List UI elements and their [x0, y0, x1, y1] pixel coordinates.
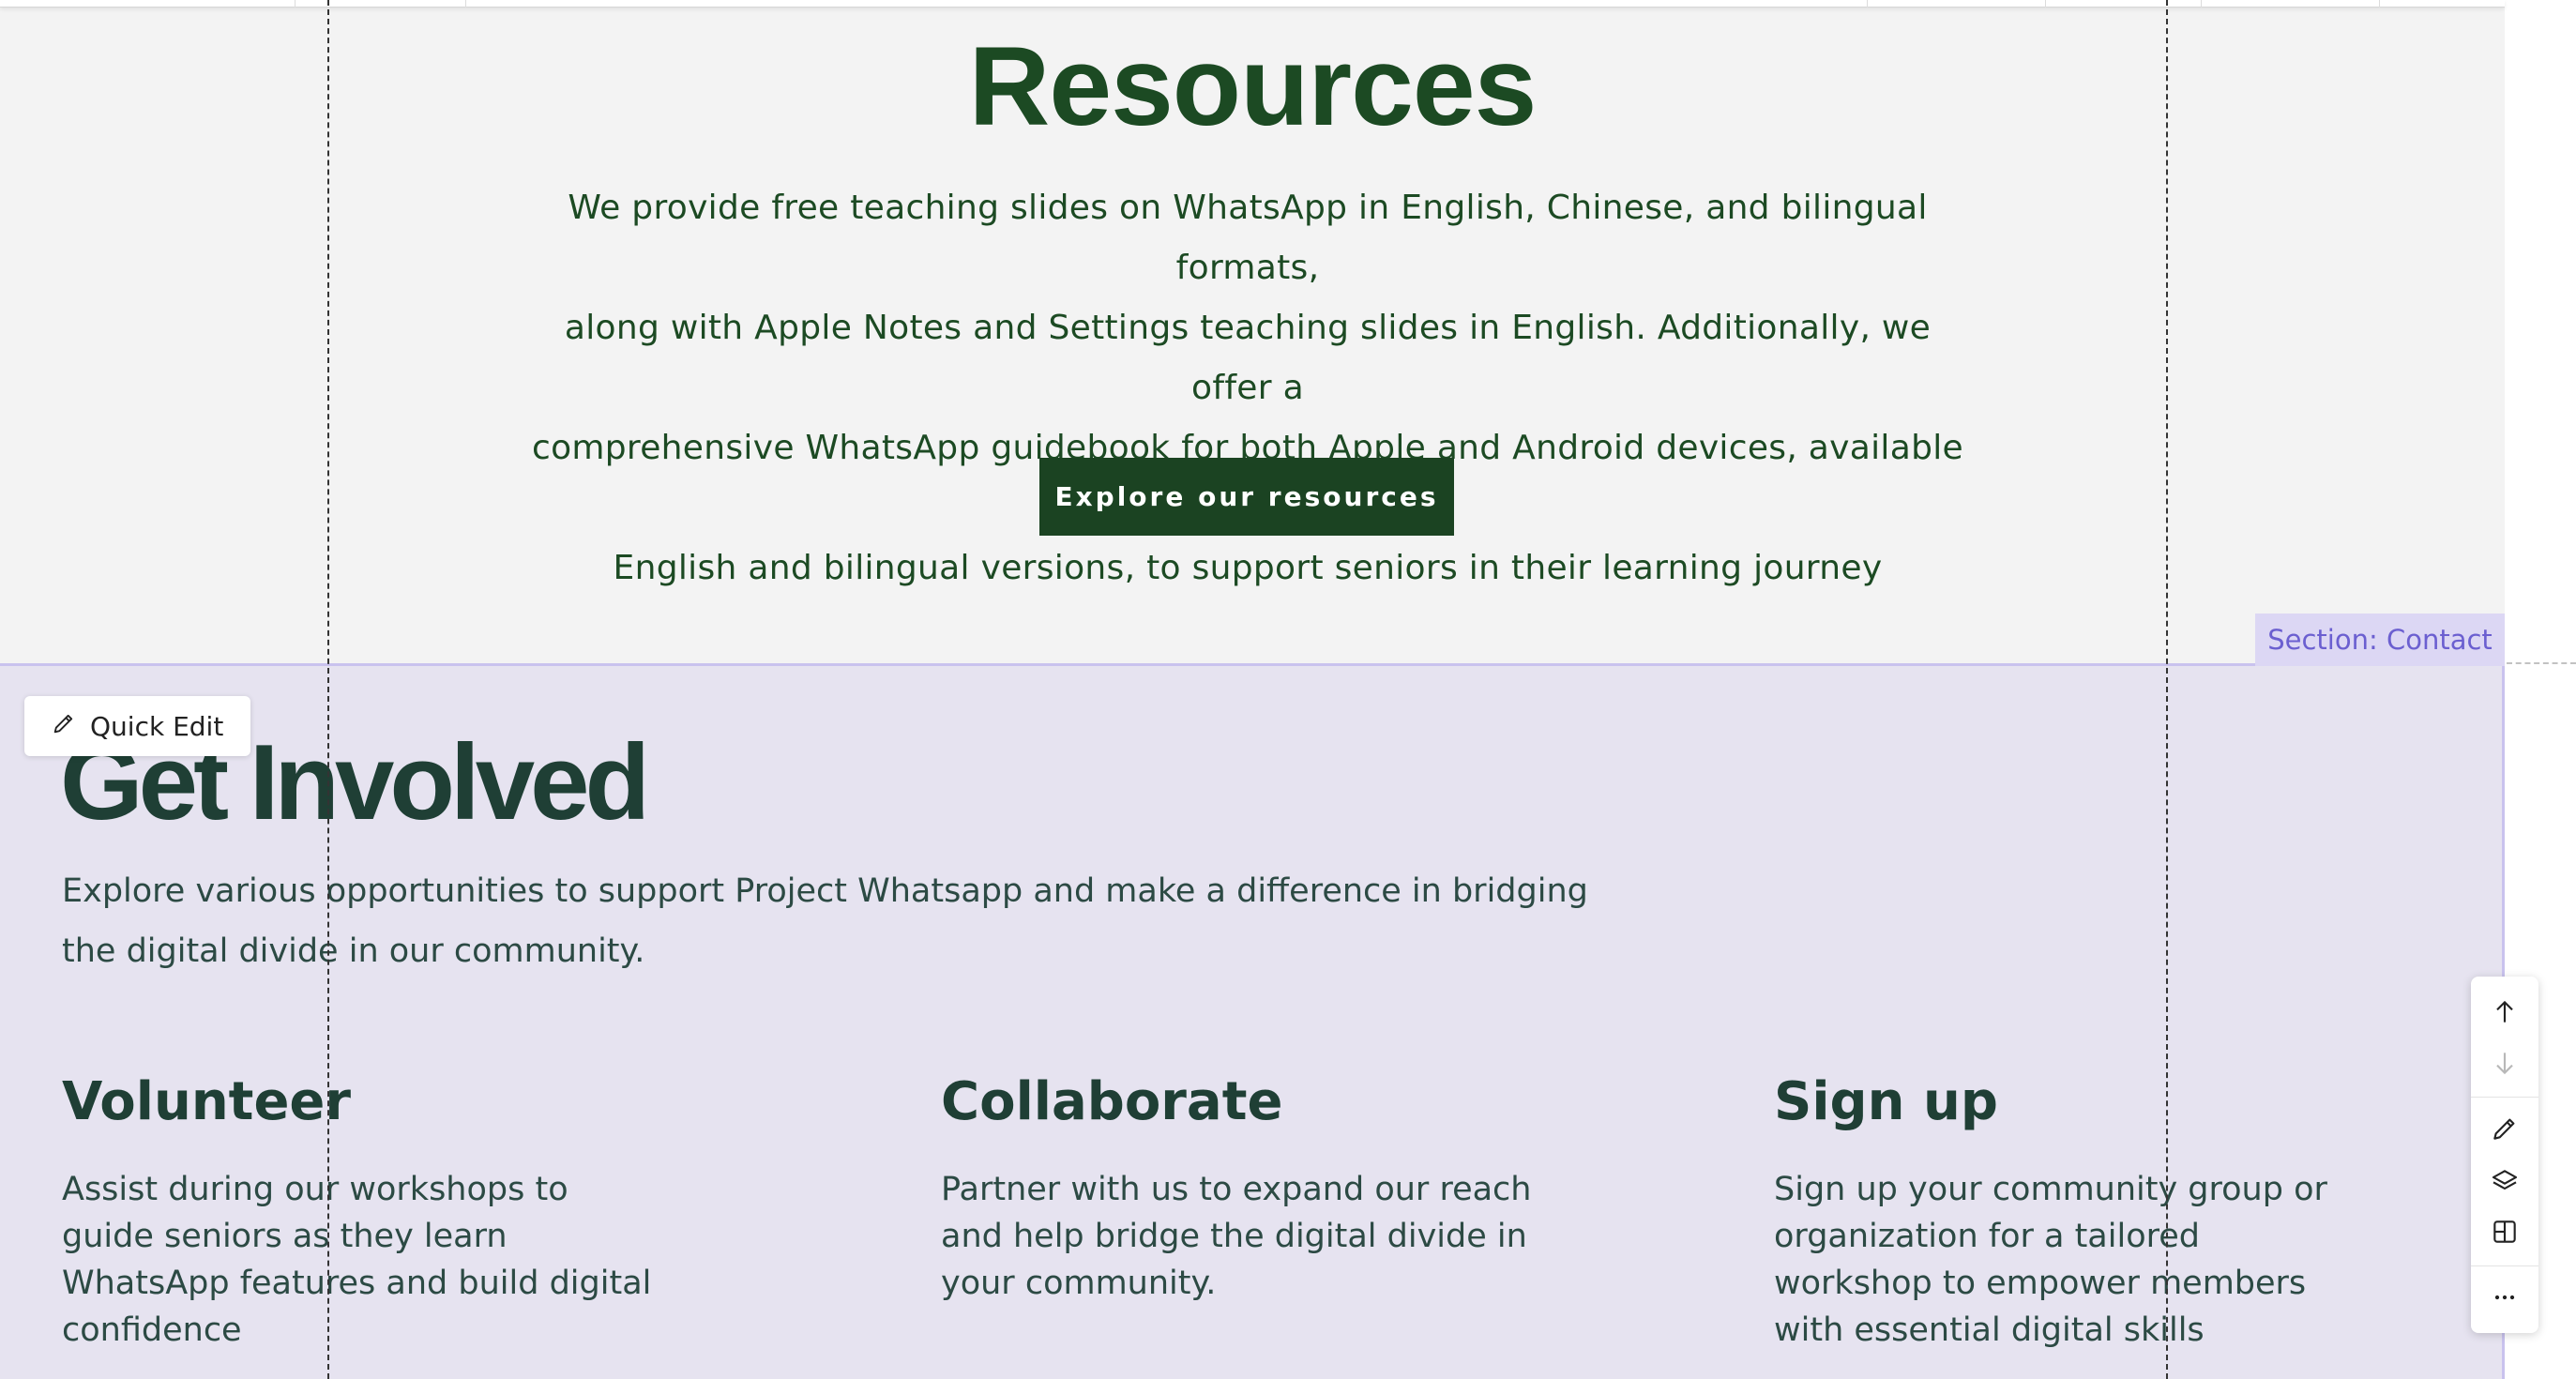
sign-up-line: with essential digital skills — [1774, 1311, 2205, 1349]
section-contact-tag[interactable]: Section: Contact — [2255, 614, 2505, 666]
arrow-up-icon[interactable] — [2471, 988, 2538, 1037]
collaborate-line: and help bridge the digital divide in — [941, 1218, 1527, 1255]
sign-up-line: workshop to empower members — [1774, 1265, 2307, 1302]
floating-toolbar — [2471, 977, 2538, 1333]
get-involved-description-line: Explore various opportunities to support… — [62, 872, 1588, 910]
volunteer-title: Volunteer — [62, 1071, 352, 1132]
pencil-icon — [51, 710, 77, 743]
collaborate-line: your community. — [941, 1265, 1217, 1302]
volunteer-line: guide seniors as they learn — [62, 1218, 508, 1255]
top-ruler — [0, 0, 2505, 8]
sign-up-line: Sign up your community group or — [1774, 1171, 2327, 1208]
more-icon[interactable] — [2471, 1273, 2538, 1322]
collaborate-description: Partner with us to expand our reach and … — [941, 1166, 1531, 1307]
layout-guide-left — [327, 0, 329, 1379]
volunteer-line: Assist during our workshops to — [62, 1171, 568, 1208]
resources-section: Resources We provide free teaching slide… — [0, 0, 2505, 664]
resources-description-line: We provide free teaching slides on Whats… — [568, 189, 1928, 287]
layout-icon[interactable] — [2471, 1207, 2538, 1256]
volunteer-description: Assist during our workshops to guide sen… — [62, 1166, 651, 1354]
layout-guide-right — [2166, 0, 2168, 1379]
sign-up-title: Sign up — [1774, 1071, 1998, 1132]
pencil-icon[interactable] — [2471, 1104, 2538, 1153]
collaborate-title: Collaborate — [941, 1071, 1283, 1132]
get-involved-description-line: the digital divide in our community. — [62, 932, 645, 970]
sign-up-line: organization for a tailored — [1774, 1218, 2200, 1255]
layers-icon[interactable] — [2471, 1157, 2538, 1205]
resources-description-line: along with Apple Notes and Settings teac… — [564, 309, 1932, 407]
collaborate-line: Partner with us to expand our reach — [941, 1171, 1532, 1208]
arrow-down-icon[interactable] — [2471, 1038, 2538, 1087]
quick-edit-button[interactable]: Quick Edit — [24, 696, 250, 756]
resources-description-line: English and bilingual versions, to suppo… — [613, 549, 1883, 587]
get-involved-description: Explore various opportunities to support… — [62, 861, 1638, 981]
section-divider-dashed — [2507, 662, 2576, 664]
volunteer-line: confidence — [62, 1311, 242, 1349]
resources-title: Resources — [968, 23, 1538, 149]
quick-edit-label: Quick Edit — [90, 710, 224, 742]
explore-resources-button[interactable]: Explore our resources — [1039, 458, 1454, 536]
sign-up-description: Sign up your community group or organiza… — [1774, 1166, 2327, 1354]
volunteer-line: WhatsApp features and build digital — [62, 1265, 652, 1302]
